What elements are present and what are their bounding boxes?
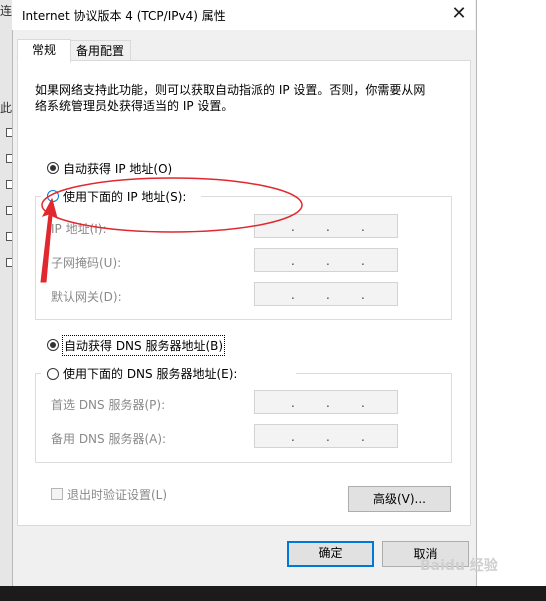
annotation-overlay	[40, 177, 303, 283]
taskbar-edge	[0, 586, 546, 601]
watermark-logo: Baidu 经验	[420, 558, 498, 574]
tab-general[interactable]: 常规	[17, 39, 71, 63]
annotation-ellipse	[41, 177, 303, 233]
annotation-arrow	[40, 197, 58, 283]
